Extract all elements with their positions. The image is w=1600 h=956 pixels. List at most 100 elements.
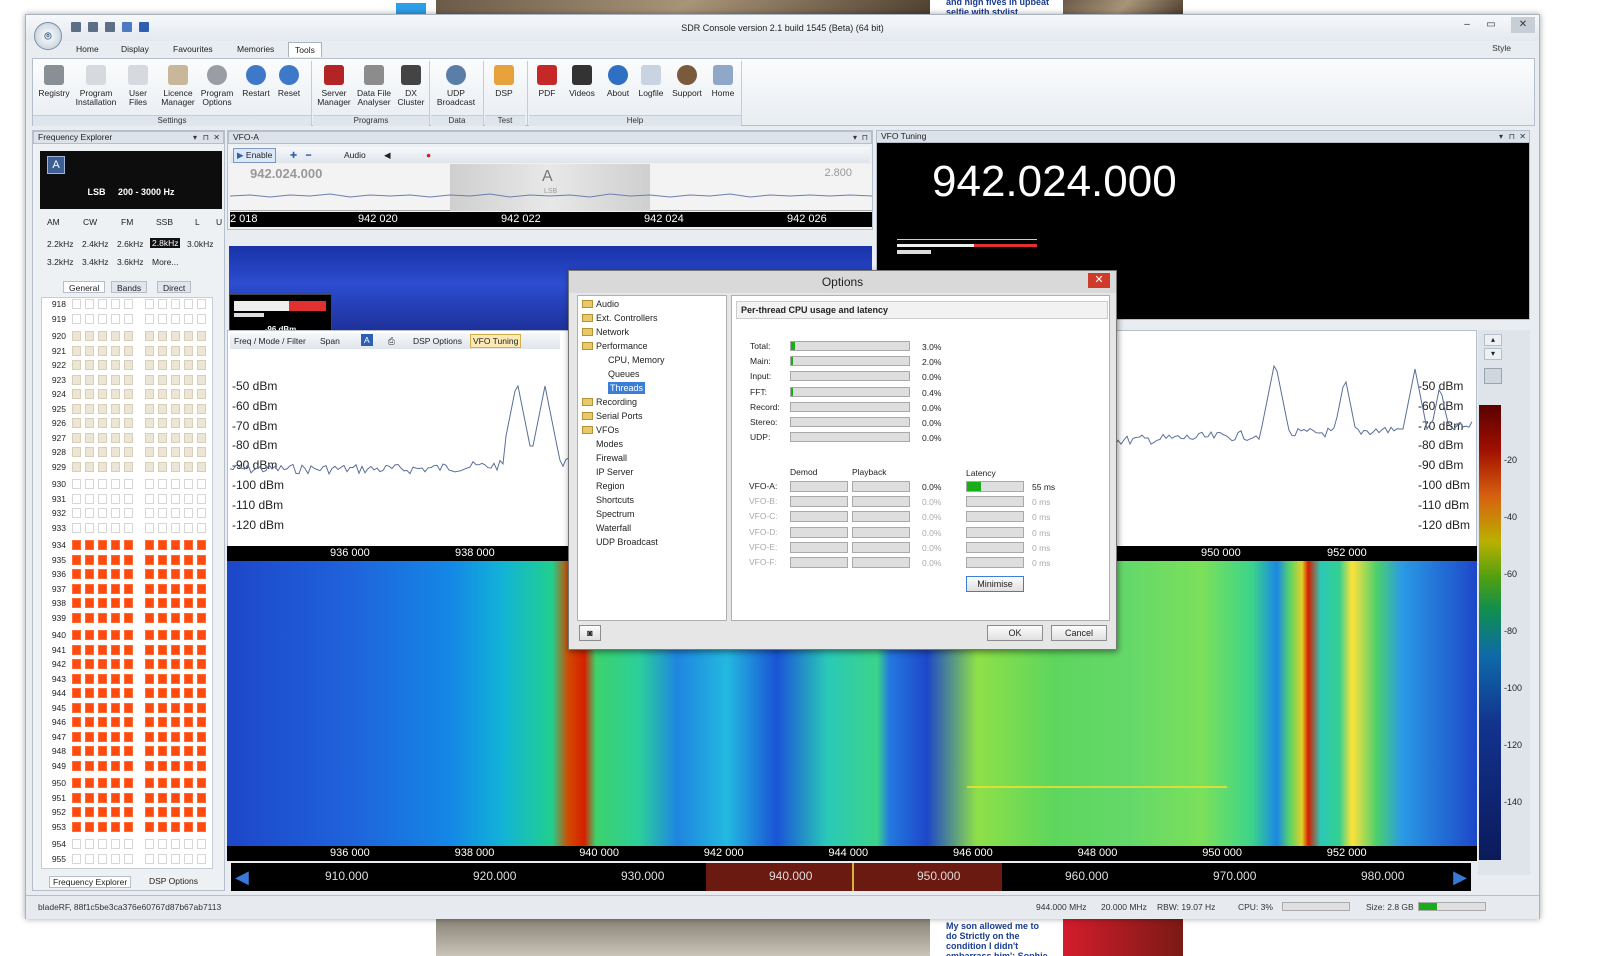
channel-cell[interactable]: [158, 479, 167, 489]
tree-item-threads[interactable]: Threads: [608, 382, 646, 394]
channel-cell[interactable]: [124, 807, 133, 817]
channel-row[interactable]: 942: [42, 658, 212, 670]
about-button[interactable]: About: [603, 65, 633, 98]
channel-cell[interactable]: [184, 760, 193, 771]
channel-cell[interactable]: [111, 807, 120, 817]
channel-cell[interactable]: [158, 807, 167, 817]
tree-item-region[interactable]: Region: [596, 480, 625, 492]
channel-cell[interactable]: [85, 345, 94, 356]
channel-cell[interactable]: [124, 630, 133, 640]
channel-cell[interactable]: [171, 360, 180, 370]
channel-cell[interactable]: [124, 479, 133, 489]
channel-cell[interactable]: [124, 688, 133, 698]
channel-cell[interactable]: [145, 644, 154, 655]
channel-cell[interactable]: [98, 522, 107, 533]
channel-cell[interactable]: [72, 778, 81, 788]
channel-cell[interactable]: [171, 673, 180, 684]
channel-cell[interactable]: [158, 792, 167, 803]
channel-cell[interactable]: [171, 313, 180, 324]
channel-cell[interactable]: [85, 331, 94, 341]
channel-cell[interactable]: [111, 853, 120, 864]
bw-3-6khz[interactable]: 3.6kHz: [115, 256, 145, 268]
channel-cell[interactable]: [85, 673, 94, 684]
channel-cell[interactable]: [124, 746, 133, 756]
channel-cell[interactable]: [184, 702, 193, 713]
channel-cell[interactable]: [111, 554, 120, 565]
channel-cell[interactable]: [72, 583, 81, 594]
channel-cell[interactable]: [184, 345, 193, 356]
mute-icon[interactable]: ◀: [384, 150, 391, 161]
channel-cell[interactable]: [145, 839, 154, 849]
channel-cell[interactable]: [111, 702, 120, 713]
channel-cell[interactable]: [184, 461, 193, 472]
channel-cell[interactable]: [111, 313, 120, 324]
channel-cell[interactable]: [85, 569, 94, 579]
channel-cell[interactable]: [171, 569, 180, 579]
play-icon[interactable]: [122, 22, 132, 32]
bw-more[interactable]: More...: [150, 256, 180, 268]
pane-close-icon[interactable]: ✕: [213, 132, 220, 143]
channel-cell[interactable]: [111, 792, 120, 803]
channel-cell[interactable]: [158, 403, 167, 414]
channel-cell[interactable]: [111, 746, 120, 756]
channel-row[interactable]: 948: [42, 745, 212, 757]
channel-cell[interactable]: [158, 508, 167, 518]
channel-cell[interactable]: [171, 374, 180, 385]
channel-cell[interactable]: [145, 554, 154, 565]
channel-cell[interactable]: [98, 569, 107, 579]
tree-item-performance[interactable]: Performance: [596, 340, 648, 352]
add-vfo-icon[interactable]: ✚: [290, 150, 297, 161]
channel-row[interactable]: 934: [42, 539, 212, 551]
channel-row[interactable]: 950: [42, 777, 212, 789]
channel-cell[interactable]: [124, 821, 133, 832]
channel-cell[interactable]: [98, 447, 107, 457]
channel-cell[interactable]: [72, 540, 81, 550]
channel-cell[interactable]: [171, 508, 180, 518]
channel-cell[interactable]: [85, 540, 94, 550]
channel-cell[interactable]: [72, 432, 81, 443]
channel-cell[interactable]: [197, 540, 206, 550]
channel-cell[interactable]: [72, 717, 81, 727]
channel-cell[interactable]: [85, 778, 94, 788]
vfo-letter[interactable]: A: [47, 156, 65, 174]
channel-cell[interactable]: [72, 569, 81, 579]
channel-cell[interactable]: [171, 659, 180, 669]
channel-cell[interactable]: [72, 554, 81, 565]
channel-cell[interactable]: [72, 299, 81, 309]
channel-cell[interactable]: [171, 717, 180, 727]
channel-cell[interactable]: [85, 853, 94, 864]
channel-row[interactable]: 923: [42, 374, 212, 386]
channel-cell[interactable]: [158, 540, 167, 550]
channel-cell[interactable]: [158, 598, 167, 608]
restart-button[interactable]: Restart: [241, 65, 271, 98]
channel-cell[interactable]: [197, 479, 206, 489]
channel-cell[interactable]: [158, 374, 167, 385]
channel-cell[interactable]: [171, 554, 180, 565]
freq-mode-filter-button[interactable]: Freq / Mode / Filter: [234, 336, 306, 346]
dx-cluster-button[interactable]: DX Cluster: [395, 65, 427, 107]
channel-cell[interactable]: [98, 403, 107, 414]
tree-item-cpu-memory[interactable]: CPU, Memory: [608, 354, 665, 366]
channel-cell[interactable]: [184, 508, 193, 518]
channel-row[interactable]: 940: [42, 629, 212, 641]
channel-row[interactable]: 946: [42, 716, 212, 728]
channel-cell[interactable]: [98, 839, 107, 849]
channel-cell[interactable]: [98, 598, 107, 608]
channel-cell[interactable]: [145, 778, 154, 788]
pane-menu-icon[interactable]: ▾: [193, 132, 197, 143]
channel-cell[interactable]: [184, 673, 193, 684]
channel-cell[interactable]: [72, 688, 81, 698]
channel-cell[interactable]: [184, 746, 193, 756]
channel-cell[interactable]: [145, 702, 154, 713]
zoom-out-button[interactable]: ▾: [1484, 348, 1502, 360]
channel-cell[interactable]: [124, 612, 133, 623]
channel-cell[interactable]: [145, 760, 154, 771]
channel-cell[interactable]: [184, 612, 193, 623]
channel-cell[interactable]: [98, 792, 107, 803]
channel-cell[interactable]: [85, 644, 94, 655]
channel-cell[interactable]: [72, 821, 81, 832]
channel-cell[interactable]: [98, 673, 107, 684]
channel-cell[interactable]: [124, 374, 133, 385]
channel-cell[interactable]: [111, 447, 120, 457]
channel-cell[interactable]: [111, 598, 120, 608]
